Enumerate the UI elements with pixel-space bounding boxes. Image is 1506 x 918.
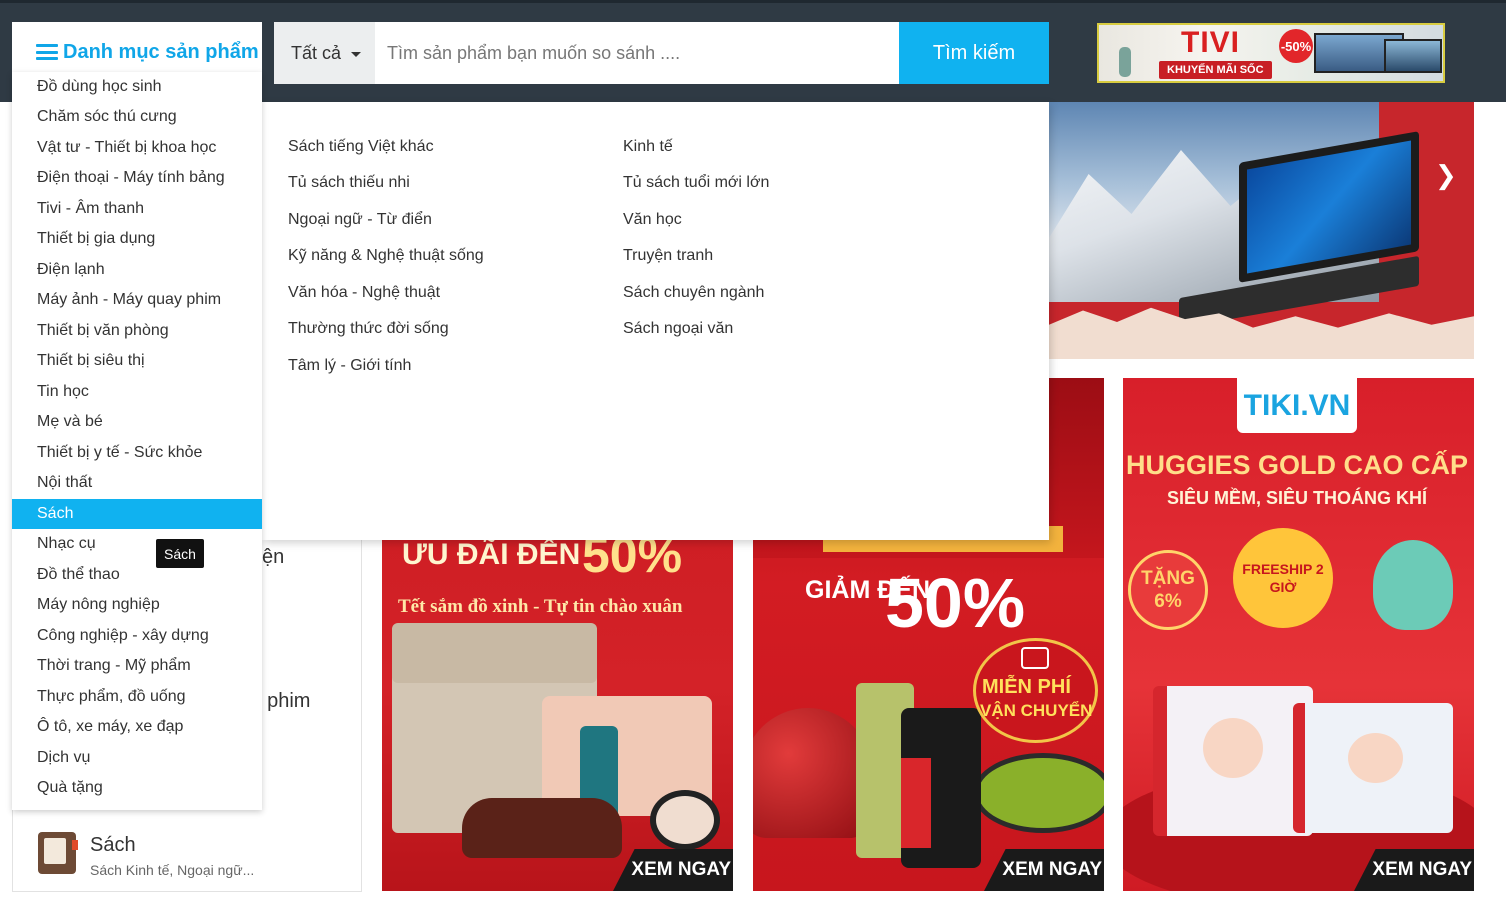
xem-ngay-button[interactable]: XEM NGAY <box>984 849 1104 891</box>
hero-banner[interactable]: ❯ <box>1049 102 1474 359</box>
plush-toy-image <box>1373 540 1453 630</box>
tooltip: Sách <box>156 539 204 568</box>
category-item[interactable]: Mẹ và bé <box>12 407 262 437</box>
tv-image-2 <box>1384 39 1442 73</box>
chevron-down-icon <box>351 52 362 57</box>
lazmall-logo-icon <box>1021 647 1049 669</box>
category-item[interactable]: Dịch vụ <box>12 743 262 773</box>
xem-ngay-button[interactable]: XEM NGAY <box>613 849 733 891</box>
subcategory-item[interactable]: Sách chuyên ngành <box>623 284 764 302</box>
category-item[interactable]: Nội thất <box>12 468 262 498</box>
badge-line-1: MIỄN PHÍ <box>982 676 1071 698</box>
category-item[interactable]: Nhạc cụ <box>12 529 262 559</box>
subcategory-item[interactable]: Tủ sách thiếu nhi <box>288 174 410 192</box>
subcategory-item[interactable]: Văn học <box>623 211 682 229</box>
search-scope-select[interactable]: Tất cả <box>274 22 375 84</box>
category-dropdown: Đồ dùng học sinh Chăm sóc thú cưng Vật t… <box>12 72 262 810</box>
category-item[interactable]: Quà tặng <box>12 773 262 803</box>
helmet-image <box>753 708 873 838</box>
category-item[interactable]: Máy ảnh - Máy quay phim <box>12 285 262 315</box>
category-menu-title: Danh mục sản phẩm <box>63 40 259 63</box>
gift-badge: TẶNG 6% <box>1128 550 1208 630</box>
category-item[interactable]: Thiết bị gia dụng <box>12 224 262 254</box>
promo-subline: Tết sắm đồ xinh - Tự tin chào xuân <box>398 596 683 617</box>
category-item-active[interactable]: Sách <box>12 499 262 529</box>
badge-line-2: VẬN CHUYỂN <box>980 701 1093 720</box>
category-item[interactable]: Thực phẩm, đồ uống <box>12 682 262 712</box>
search-scope-value: Tất cả <box>291 42 342 63</box>
next-slide-arrow-icon[interactable]: ❯ <box>1435 160 1457 191</box>
book-category-card[interactable]: Sách Sách Kinh tế, Ngoại ngữ... <box>12 820 362 890</box>
panel-partial-text: ện <box>262 546 285 568</box>
promo-card-huggies[interactable]: TIKI.VN HUGGIES GOLD CAO CẤP SIÊU MỀM, S… <box>1123 378 1474 891</box>
subcategory-item[interactable]: Văn hóa - Nghệ thuật <box>288 284 440 302</box>
motor-oil-image <box>901 708 981 868</box>
free-shipping-badge: MIỄN PHÍ VẬN CHUYỂN <box>973 638 1098 743</box>
tivi-ad-title: TIVI <box>1181 26 1241 59</box>
tivi-ad-banner[interactable]: TIVI KHUYẾN MÃI SỐC -50% <box>1097 23 1445 83</box>
header-top-border <box>0 0 1506 3</box>
category-item[interactable]: Thời trang - Mỹ phẩm <box>12 651 262 681</box>
baby-image <box>1203 718 1263 778</box>
tivi-ad-subtitle: KHUYẾN MÃI SỐC <box>1159 61 1272 79</box>
book-category-title: Sách <box>90 834 136 856</box>
freeship-badge: FREESHIP 2 GIỜ <box>1233 528 1333 628</box>
baby-image-2 <box>1348 733 1403 783</box>
category-item[interactable]: Tivi - Âm thanh <box>12 194 262 224</box>
subcategory-item[interactable]: Truyện tranh <box>623 247 713 265</box>
category-item[interactable]: Tin học <box>12 377 262 407</box>
search-button[interactable]: Tìm kiếm <box>899 22 1049 84</box>
subcategory-item[interactable]: Tâm lý - Giới tính <box>288 357 411 375</box>
category-item[interactable]: Máy nông nghiệp <box>12 590 262 620</box>
subcategory-item[interactable]: Tủ sách tuổi mới lớn <box>623 174 769 192</box>
cushion-compact-image <box>650 790 720 850</box>
category-item[interactable]: Chăm sóc thú cưng <box>12 102 262 132</box>
category-item[interactable]: Vật tư - Thiết bị khoa học <box>12 133 262 163</box>
promo-subline: SIÊU MỀM, SIÊU THOÁNG KHÍ <box>1167 488 1428 508</box>
subcategory-item[interactable]: Sách tiếng Việt khác <box>288 138 434 156</box>
subcategory-panel: Sách tiếng Việt khác Tủ sách thiếu nhi N… <box>262 102 1049 540</box>
vase-image <box>1119 47 1131 77</box>
tivi-ad-discount: -50% <box>1279 29 1313 63</box>
subcategory-item[interactable]: Kỹ năng & Nghệ thuật sống <box>288 247 484 265</box>
category-item[interactable]: Điện lạnh <box>12 255 262 285</box>
search-bar: Tất cả Tìm kiếm <box>274 22 1049 84</box>
pan-image <box>973 753 1104 833</box>
category-item[interactable]: Thiết bị siêu thị <box>12 346 262 376</box>
category-item[interactable]: Thiết bị văn phòng <box>12 316 262 346</box>
category-item[interactable]: Đồ thể thao <box>12 560 262 590</box>
promo-headline: ƯU ĐÃI ĐẾN <box>402 538 581 571</box>
category-item[interactable]: Ô tô, xe máy, xe đạp <box>12 712 262 742</box>
shoe-image <box>462 798 622 858</box>
subcategory-item[interactable]: Kinh tế <box>623 138 673 156</box>
tiki-logo: TIKI.VN <box>1237 378 1357 433</box>
subcategory-item[interactable]: Thường thức đời sống <box>288 320 449 338</box>
subcategory-item[interactable]: Ngoại ngữ - Từ điển <box>288 211 432 229</box>
promo-headline: HUGGIES GOLD CAO CẤP <box>1126 450 1469 480</box>
promo-percent: 50% <box>885 564 1026 642</box>
category-item[interactable]: Điện thoại - Máy tính bảng <box>12 163 262 193</box>
category-item[interactable]: Công nghiệp - xây dựng <box>12 621 262 651</box>
book-icon <box>38 832 78 874</box>
book-category-subtitle: Sách Kinh tế, Ngoại ngữ... <box>90 862 255 878</box>
category-item[interactable]: Đồ dùng học sinh <box>12 72 262 102</box>
search-input[interactable] <box>375 22 899 84</box>
hamburger-menu-icon <box>36 44 58 60</box>
category-item[interactable]: Thiết bị y tế - Sức khỏe <box>12 438 262 468</box>
panel-partial-text-2: / phim <box>256 690 311 712</box>
subcategory-item[interactable]: Sách ngoại văn <box>623 320 733 338</box>
